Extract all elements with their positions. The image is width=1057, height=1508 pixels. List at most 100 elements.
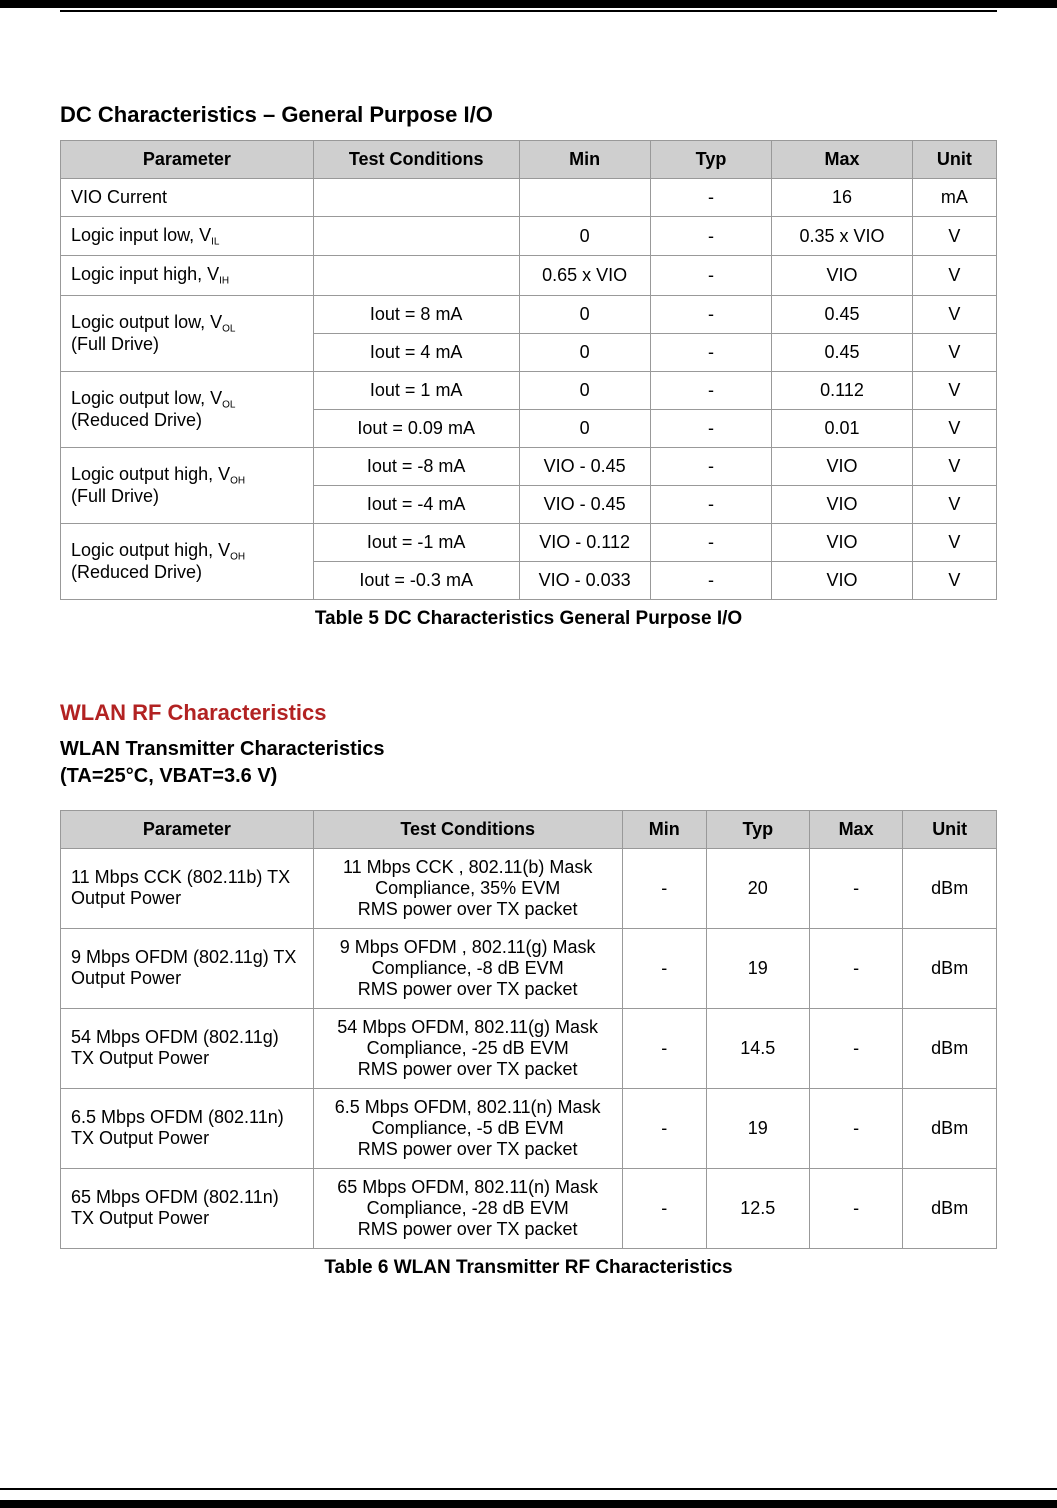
cell-conditions: 9 Mbps OFDM , 802.11(g) Mask Compliance,… xyxy=(313,928,622,1008)
cell-unit: V xyxy=(912,485,996,523)
cell-min: 0 xyxy=(519,409,650,447)
cell-max: - xyxy=(809,1168,903,1248)
cell-parameter: VIO Current xyxy=(61,179,314,217)
table-row: 65 Mbps OFDM (802.11n) TX Output Power65… xyxy=(61,1168,997,1248)
cell-parameter: Logic output high, VOH(Reduced Drive) xyxy=(61,523,314,599)
table-dc-characteristics: Parameter Test Conditions Min Typ Max Un… xyxy=(60,140,997,600)
cell-typ: 20 xyxy=(706,848,809,928)
cell-unit: V xyxy=(912,409,996,447)
cell-parameter: Logic input high, VIH xyxy=(61,256,314,295)
cell-typ: 12.5 xyxy=(706,1168,809,1248)
cell-unit: V xyxy=(912,217,996,256)
cell-max: 0.45 xyxy=(772,333,912,371)
cell-typ: - xyxy=(650,333,772,371)
cell-unit: V xyxy=(912,447,996,485)
cell-typ: - xyxy=(650,371,772,409)
cell-conditions: Iout = 8 mA xyxy=(313,295,519,333)
cell-conditions: Iout = -0.3 mA xyxy=(313,561,519,599)
cell-min xyxy=(519,179,650,217)
cell-max: - xyxy=(809,1008,903,1088)
th-conditions: Test Conditions xyxy=(313,141,519,179)
cell-unit: V xyxy=(912,333,996,371)
cell-conditions: 6.5 Mbps OFDM, 802.11(n) Mask Compliance… xyxy=(313,1088,622,1168)
table-row: 11 Mbps CCK (802.11b) TX Output Power11 … xyxy=(61,848,997,928)
cell-min: 0 xyxy=(519,295,650,333)
cell-conditions: Iout = 4 mA xyxy=(313,333,519,371)
cell-conditions: Iout = -8 mA xyxy=(313,447,519,485)
cell-max: VIO xyxy=(772,485,912,523)
cell-parameter: 11 Mbps CCK (802.11b) TX Output Power xyxy=(61,848,314,928)
cell-parameter: 9 Mbps OFDM (802.11g) TX Output Power xyxy=(61,928,314,1008)
cell-typ: - xyxy=(650,409,772,447)
cell-conditions: 54 Mbps OFDM, 802.11(g) Mask Compliance,… xyxy=(313,1008,622,1088)
cell-min: VIO - 0.033 xyxy=(519,561,650,599)
top-divider xyxy=(60,10,997,12)
cell-conditions xyxy=(313,256,519,295)
table-header-row: Parameter Test Conditions Min Typ Max Un… xyxy=(61,141,997,179)
th-unit: Unit xyxy=(903,810,997,848)
table-row: Logic input low, VIL0-0.35 x VIOV xyxy=(61,217,997,256)
cell-typ: 19 xyxy=(706,1088,809,1168)
table5-caption: Table 5 DC Characteristics General Purpo… xyxy=(60,608,997,630)
bottom-divider xyxy=(0,1488,1057,1490)
cell-max: VIO xyxy=(772,523,912,561)
cell-min: 0 xyxy=(519,217,650,256)
cell-typ: - xyxy=(650,447,772,485)
cell-unit: dBm xyxy=(903,1168,997,1248)
cell-parameter: Logic output low, VOL(Reduced Drive) xyxy=(61,371,314,447)
cell-min: 0.65 x VIO xyxy=(519,256,650,295)
table-row: Logic output low, VOL(Full Drive)Iout = … xyxy=(61,295,997,333)
section2-subheading-2: (TA=25°C, VBAT=3.6 V) xyxy=(60,765,997,788)
cell-typ: - xyxy=(650,523,772,561)
table-row: Logic output low, VOL(Reduced Drive)Iout… xyxy=(61,371,997,409)
cell-typ: 19 xyxy=(706,928,809,1008)
cell-typ: 14.5 xyxy=(706,1008,809,1088)
cell-typ: - xyxy=(650,217,772,256)
cell-conditions: Iout = 1 mA xyxy=(313,371,519,409)
cell-conditions: 65 Mbps OFDM, 802.11(n) Mask Compliance,… xyxy=(313,1168,622,1248)
th-max: Max xyxy=(772,141,912,179)
table-row: 6.5 Mbps OFDM (802.11n) TX Output Power6… xyxy=(61,1088,997,1168)
cell-max: VIO xyxy=(772,447,912,485)
cell-max: 0.01 xyxy=(772,409,912,447)
cell-min: - xyxy=(622,1088,706,1168)
cell-unit: dBm xyxy=(903,928,997,1008)
th-min: Min xyxy=(519,141,650,179)
cell-min: 0 xyxy=(519,371,650,409)
th-typ: Typ xyxy=(650,141,772,179)
cell-typ: - xyxy=(650,179,772,217)
cell-min: - xyxy=(622,848,706,928)
cell-unit: V xyxy=(912,523,996,561)
cell-unit: dBm xyxy=(903,1088,997,1168)
cell-conditions: Iout = 0.09 mA xyxy=(313,409,519,447)
table-row: Logic output high, VOH(Reduced Drive)Iou… xyxy=(61,523,997,561)
cell-min: VIO - 0.45 xyxy=(519,447,650,485)
cell-unit: V xyxy=(912,371,996,409)
section1-title: DC Characteristics – General Purpose I/O xyxy=(60,102,997,128)
th-min: Min xyxy=(622,810,706,848)
table-wlan-tx: Parameter Test Conditions Min Typ Max Un… xyxy=(60,810,997,1249)
cell-typ: - xyxy=(650,256,772,295)
cell-min: VIO - 0.112 xyxy=(519,523,650,561)
table-row: Logic input high, VIH0.65 x VIO-VIOV xyxy=(61,256,997,295)
cell-parameter: 65 Mbps OFDM (802.11n) TX Output Power xyxy=(61,1168,314,1248)
cell-min: - xyxy=(622,1008,706,1088)
cell-conditions: 11 Mbps CCK , 802.11(b) Mask Compliance,… xyxy=(313,848,622,928)
page: DC Characteristics – General Purpose I/O… xyxy=(0,0,1057,1508)
cell-parameter: Logic output high, VOH(Full Drive) xyxy=(61,447,314,523)
table-row: VIO Current-16mA xyxy=(61,179,997,217)
cell-typ: - xyxy=(650,561,772,599)
cell-parameter: 6.5 Mbps OFDM (802.11n) TX Output Power xyxy=(61,1088,314,1168)
cell-max: 0.45 xyxy=(772,295,912,333)
cell-conditions: Iout = -1 mA xyxy=(313,523,519,561)
cell-unit: dBm xyxy=(903,1008,997,1088)
table-row: Logic output high, VOH(Full Drive)Iout =… xyxy=(61,447,997,485)
cell-unit: V xyxy=(912,561,996,599)
cell-parameter: 54 Mbps OFDM (802.11g) TX Output Power xyxy=(61,1008,314,1088)
cell-conditions xyxy=(313,179,519,217)
th-conditions: Test Conditions xyxy=(313,810,622,848)
cell-max: VIO xyxy=(772,561,912,599)
section2-subheading-1: WLAN Transmitter Characteristics xyxy=(60,738,997,761)
cell-max: 0.112 xyxy=(772,371,912,409)
cell-parameter: Logic output low, VOL(Full Drive) xyxy=(61,295,314,371)
